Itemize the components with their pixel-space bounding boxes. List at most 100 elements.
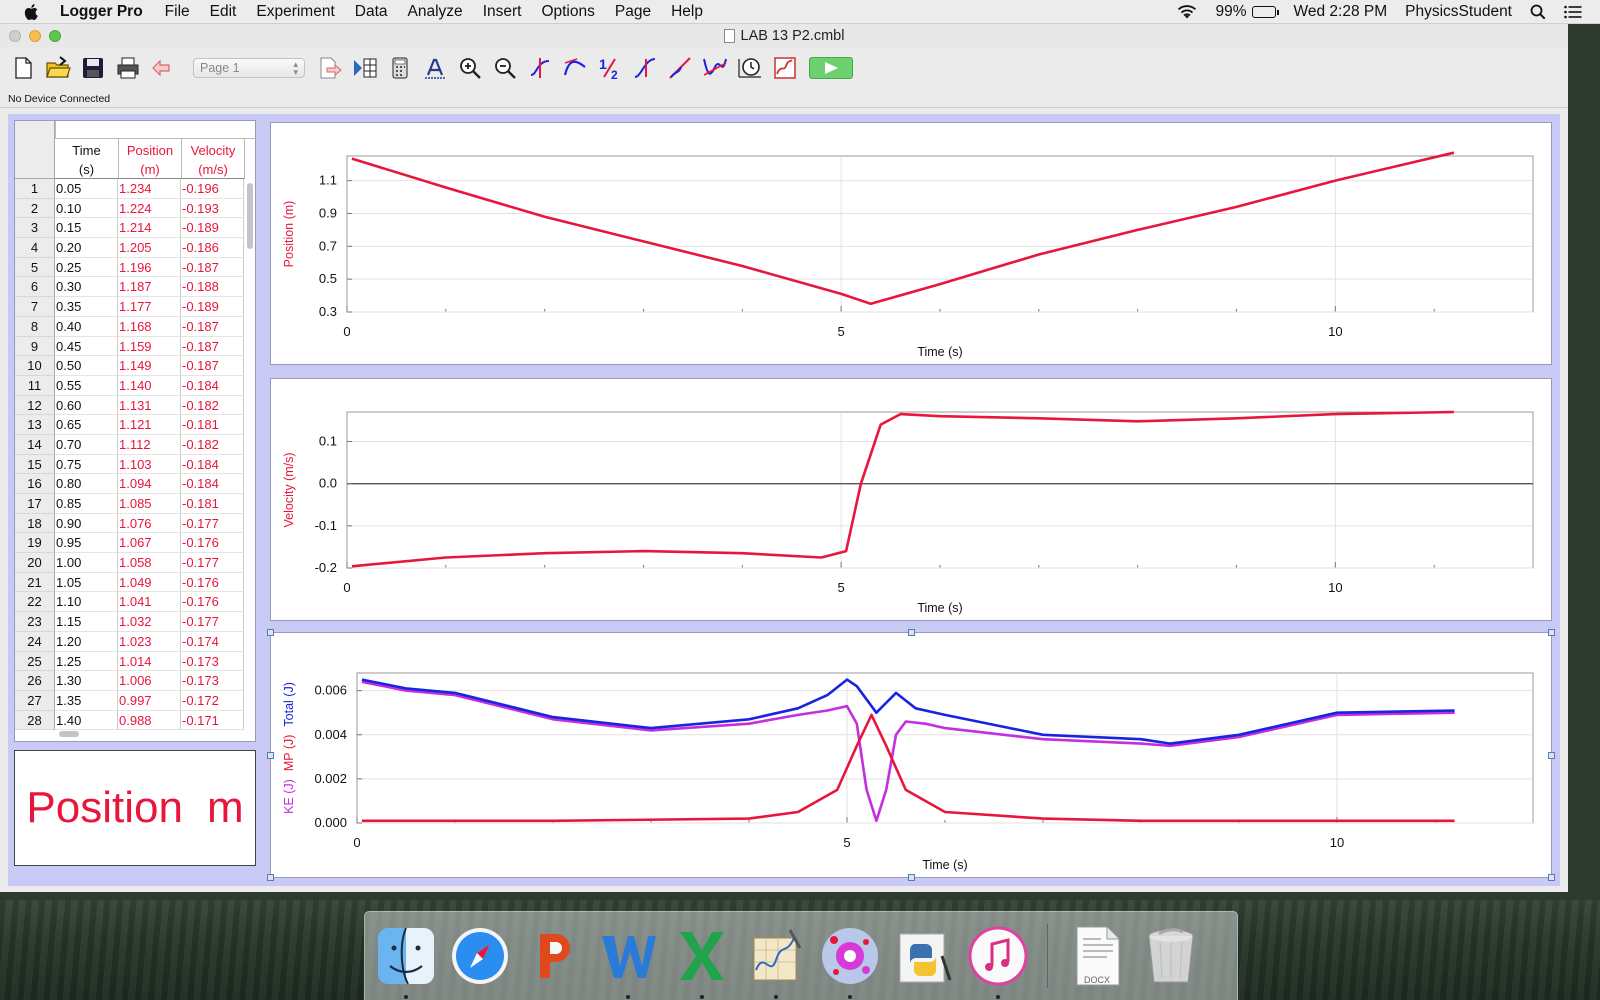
resize-handle-bottom-left[interactable] (267, 874, 274, 881)
time-cell[interactable]: 0.75 (55, 454, 118, 475)
position-cell[interactable]: 0.988 (118, 710, 181, 731)
time-cell[interactable]: 0.05 (55, 179, 118, 199)
time-cell[interactable]: 0.85 (55, 494, 118, 514)
resize-handle-left[interactable] (267, 752, 274, 759)
time-cell[interactable]: 1.00 (55, 553, 118, 573)
velocity-cell[interactable]: -0.171 (181, 710, 244, 731)
time-cell[interactable]: 1.30 (55, 671, 118, 691)
time-cell[interactable]: 0.45 (55, 336, 118, 357)
time-cell[interactable]: 0.80 (55, 474, 118, 494)
resize-handle-bottom[interactable] (908, 874, 915, 881)
velocity-cell[interactable]: -0.176 (181, 533, 244, 554)
velocity-cell[interactable]: -0.173 (181, 651, 244, 672)
resize-handle-bottom-right[interactable] (1548, 874, 1555, 881)
time-cell[interactable]: 0.15 (55, 218, 118, 239)
window-titlebar[interactable]: LAB 13 P2.cmbl (0, 24, 1568, 48)
menu-page[interactable]: Page (615, 3, 651, 21)
x-axis-label[interactable]: Time (s) (922, 858, 967, 872)
page-selector[interactable]: Page 1 ▴ ▾ (193, 58, 305, 78)
velocity-cell[interactable]: -0.189 (181, 297, 244, 317)
time-cell[interactable]: 1.15 (55, 612, 118, 632)
table-row[interactable]: 23 1.15 1.032 -0.177 (15, 612, 256, 632)
table-row[interactable]: 28 1.40 0.988 -0.171 (15, 710, 256, 731)
time-cell[interactable]: 0.20 (55, 238, 118, 258)
dock-logger-pro[interactable] (819, 925, 881, 999)
position-cell[interactable]: 1.023 (118, 631, 181, 652)
resize-handle-right[interactable] (1548, 752, 1555, 759)
menu-app-name[interactable]: Logger Pro (60, 3, 143, 21)
table-row[interactable]: 9 0.45 1.159 -0.187 (15, 336, 256, 357)
tangent-button[interactable] (560, 53, 590, 83)
velocity-cell[interactable]: -0.187 (181, 336, 244, 357)
dock-python[interactable] (893, 925, 955, 987)
velocity-cell[interactable]: -0.177 (181, 513, 244, 534)
velocity-cell[interactable]: -0.182 (181, 395, 244, 416)
position-cell[interactable]: 1.196 (118, 257, 181, 278)
notification-center-icon[interactable] (1564, 5, 1582, 19)
table-row[interactable]: 14 0.70 1.112 -0.182 (15, 434, 256, 455)
table-row[interactable]: 13 0.65 1.121 -0.181 (15, 415, 256, 435)
position-meter[interactable]: Position m (14, 750, 256, 866)
apple-icon[interactable] (22, 2, 42, 22)
velocity-cell[interactable]: -0.172 (181, 690, 244, 711)
table-row[interactable]: 15 0.75 1.103 -0.184 (15, 454, 256, 475)
print-button[interactable] (113, 53, 143, 83)
calculator-button[interactable] (385, 53, 415, 83)
plot-area[interactable] (346, 411, 1534, 569)
menu-file[interactable]: File (165, 3, 190, 21)
window-close-button[interactable] (9, 30, 21, 42)
position-cell[interactable]: 1.103 (118, 454, 181, 475)
position-cell[interactable]: 1.234 (118, 179, 181, 199)
collect-button[interactable] (809, 57, 853, 79)
velocity-cell[interactable]: -0.193 (181, 198, 244, 219)
time-cell[interactable]: 1.20 (55, 631, 118, 652)
undo-button[interactable] (148, 53, 178, 83)
linear-fit-button[interactable] (665, 53, 695, 83)
velocity-cell[interactable]: -0.184 (181, 474, 244, 494)
dock-word[interactable] (597, 925, 659, 999)
new-file-button[interactable] (8, 53, 38, 83)
wifi-icon[interactable] (1176, 4, 1198, 20)
menu-user[interactable]: PhysicsStudent (1405, 3, 1512, 21)
table-row[interactable]: 4 0.20 1.205 -0.186 (15, 238, 256, 258)
resize-handle-top-left[interactable] (267, 629, 274, 636)
velocity-cell[interactable]: -0.188 (181, 277, 244, 298)
curve-fit-button[interactable] (700, 53, 730, 83)
table-row[interactable]: 19 0.95 1.067 -0.176 (15, 533, 256, 554)
velocity-cell[interactable]: -0.184 (181, 454, 244, 475)
velocity-cell[interactable]: -0.187 (181, 356, 244, 376)
menu-analyze[interactable]: Analyze (408, 3, 463, 21)
velocity-graph[interactable]: -0.2 -0.1 0.0 0.1 0 5 10 Time (s) Velocity (m/s) (270, 378, 1552, 621)
y-axis-label[interactable]: KE (J) MP (J) Total (J) (282, 682, 296, 814)
zoom-out-button[interactable] (490, 53, 520, 83)
velocity-cell[interactable]: -0.184 (181, 375, 244, 396)
velocity-cell[interactable]: -0.177 (181, 553, 244, 573)
next-page-button[interactable] (315, 53, 345, 83)
table-row[interactable]: 22 1.10 1.041 -0.176 (15, 592, 256, 613)
dock-safari[interactable] (449, 925, 511, 987)
data-table[interactable]: Time (s) Position (m) Velocity (m/s) 1 0.… (14, 120, 256, 742)
window-zoom-button[interactable] (49, 30, 61, 42)
statistics-button[interactable] (630, 53, 660, 83)
spotlight-search-icon[interactable] (1530, 4, 1546, 20)
x-axis-label[interactable]: Time (s) (917, 601, 962, 615)
examine-button[interactable] (525, 53, 555, 83)
menu-insert[interactable]: Insert (483, 3, 522, 21)
position-cell[interactable]: 1.049 (118, 572, 181, 593)
time-cell[interactable]: 0.60 (55, 395, 118, 416)
dock-docx-file[interactable]: DOCX (1066, 925, 1128, 987)
table-row[interactable]: 7 0.35 1.177 -0.189 (15, 297, 256, 317)
position-cell[interactable]: 1.014 (118, 651, 181, 672)
velocity-cell[interactable]: -0.187 (181, 316, 244, 337)
velocity-cell[interactable]: -0.181 (181, 494, 244, 514)
data-collection-button[interactable] (735, 53, 765, 83)
velocity-cell[interactable]: -0.182 (181, 434, 244, 455)
position-cell[interactable]: 1.067 (118, 533, 181, 554)
text-annotation-button[interactable] (420, 53, 450, 83)
velocity-cell[interactable]: -0.176 (181, 592, 244, 613)
menu-clock[interactable]: Wed 2:28 PM (1294, 3, 1388, 21)
velocity-cell[interactable]: -0.176 (181, 572, 244, 593)
menu-options[interactable]: Options (541, 3, 594, 21)
integral-button[interactable]: 12 (595, 53, 625, 83)
velocity-cell[interactable]: -0.186 (181, 238, 244, 258)
